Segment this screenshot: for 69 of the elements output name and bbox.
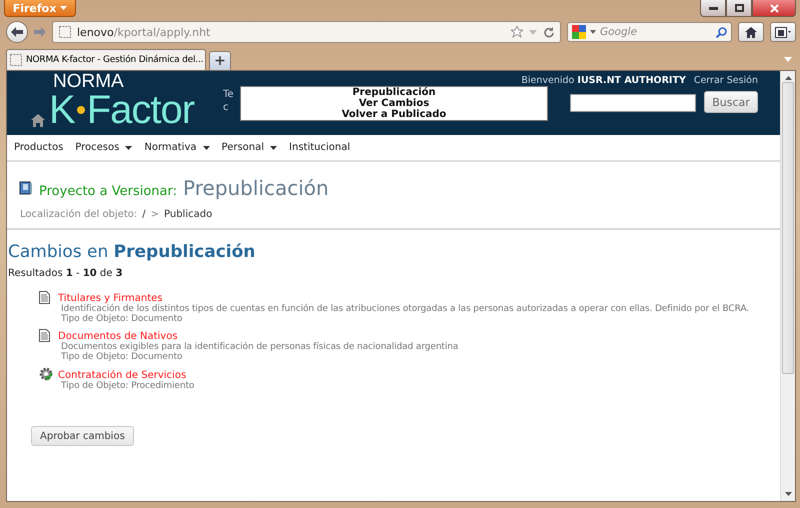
menu-item[interactable]: Ver Cambios [358,98,430,109]
back-arrow-icon [11,27,23,37]
home-button[interactable] [738,22,764,42]
project-name: Prepublicación [183,176,329,200]
home-icon[interactable] [31,114,45,127]
gear-icon [39,367,53,381]
logout-link[interactable]: Cerrar Sesión [694,75,758,86]
close-button[interactable] [752,0,796,17]
new-tab-button[interactable]: + [209,51,231,70]
menu-item[interactable]: Personal [222,142,278,153]
location-label: Localización del objeto: [20,209,138,220]
menu-item[interactable]: Volver a Publicado [342,109,446,120]
item-description: Documentos exigibles para la identificación de personas físicas de nacionalidad argentina [60,342,460,352]
logo-text: K [49,91,75,129]
page-icon [10,54,22,66]
scrollbar-thumb[interactable] [782,82,794,374]
item-type: Tipo de Objeto: Documento [60,314,184,324]
book-icon [19,181,33,195]
scroll-down-icon [784,492,792,496]
search-engine-icon [572,25,586,39]
item-title-link[interactable]: Titulares y Firmantes [58,293,780,304]
breadcrumb-link[interactable]: / [142,209,146,220]
approve-button[interactable]: Aprobar cambios [31,426,134,446]
item-title-link[interactable]: Documentos de Nativos [58,331,780,342]
item-description: Identificación de los distintos tipos de cuentas en función de las atribuciones otorgadas a las personas autorizadas a operar con ellas. Definido por el BCRA. [60,304,750,314]
address-bar[interactable]: lenovo/kportal/apply.nht [52,21,561,43]
item-type: Tipo de Objeto: Procedimiento [60,381,196,391]
search-button[interactable]: Buscar [704,91,758,113]
minimize-icon [708,6,718,10]
menu-item[interactable]: Normativa [144,142,210,153]
back-button[interactable] [6,21,28,43]
section-title: Cambios en Prepublicación [8,242,256,262]
menu-item[interactable]: Prepublicación [352,87,436,98]
bookmarks-button[interactable] [770,22,796,42]
search-field[interactable] [570,94,696,112]
search-icon[interactable] [716,26,727,38]
caret-icon [60,6,68,10]
breadcrumb-separator: > [150,209,160,220]
logo-text: Factor [86,91,194,129]
scrollbar[interactable] [780,71,795,501]
menu-item[interactable]: Institucional [289,142,350,153]
breadcrumb-current: Publicado [164,209,212,220]
project-label: Proyecto a Versionar: [39,184,178,199]
menu-item[interactable]: Procesos [75,142,132,153]
logo-text: NORMA [53,73,125,91]
results-count: Resultados 1 - 10 de 3 [8,268,124,279]
tagline-text: c [223,102,228,114]
item-title-link[interactable]: Contratación de Servicios [58,370,780,381]
url-text: lenovo/kportal/apply.nht [77,26,210,38]
maximize-icon [734,4,744,12]
browser-tab[interactable]: NORMA K-factor - Gestión Dinámica del... [6,49,206,70]
home-icon [745,26,757,38]
document-icon [39,291,50,304]
scroll-up-icon [784,76,792,80]
caret-icon [590,30,596,34]
minimize-button[interactable] [700,0,726,17]
item-type: Tipo de Objeto: Documento [60,352,184,362]
menu-item[interactable]: Productos [14,142,64,153]
tagline-text: Te [223,89,234,101]
reload-icon[interactable] [543,26,554,38]
search-placeholder: Google [600,26,638,38]
star-icon[interactable] [511,26,523,38]
welcome-text: Bienvenido IUSR.NT AUTHORITY [521,75,686,86]
close-icon [770,4,778,12]
document-icon [39,329,50,342]
bookmarks-icon [775,26,791,38]
page-icon [59,26,71,38]
maximize-button[interactable] [726,0,752,17]
dot-icon [76,106,85,114]
